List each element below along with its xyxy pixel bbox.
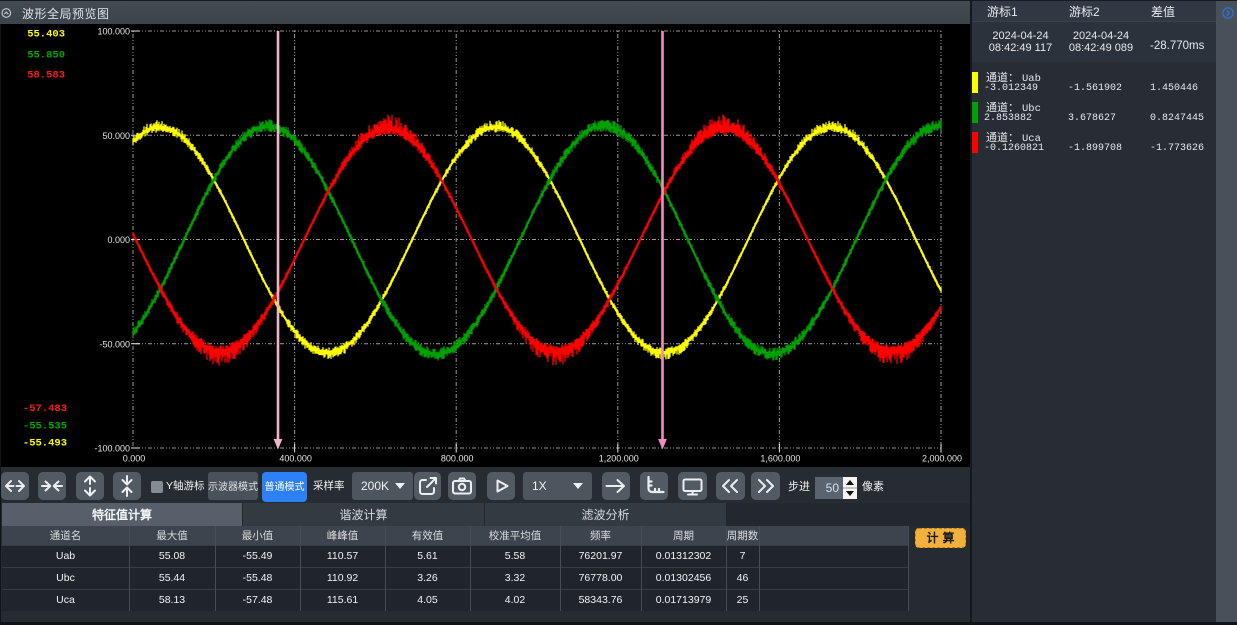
svg-text:100.000: 100.000 (97, 27, 130, 37)
svg-text:55.403: 55.403 (27, 29, 65, 41)
svg-text:2,000.000: 2,000.000 (922, 454, 962, 464)
svg-text:-57.483: -57.483 (23, 403, 67, 415)
svg-text:-55.493: -55.493 (23, 438, 67, 450)
svg-text:1,200.000: 1,200.000 (599, 454, 639, 464)
svg-text:58.583: 58.583 (27, 70, 65, 82)
svg-text:-55.535: -55.535 (23, 421, 67, 433)
svg-text:400.000: 400.000 (279, 454, 312, 464)
svg-text:1,600.000: 1,600.000 (760, 454, 800, 464)
svg-text:-100.000: -100.000 (94, 444, 130, 454)
svg-text:0.000: 0.000 (123, 454, 146, 464)
svg-text:50.000: 50.000 (102, 131, 130, 141)
svg-text:-50.000: -50.000 (99, 339, 130, 349)
svg-text:0.000: 0.000 (107, 235, 130, 245)
svg-text:55.850: 55.850 (27, 50, 65, 62)
svg-text:800.000: 800.000 (441, 454, 474, 464)
